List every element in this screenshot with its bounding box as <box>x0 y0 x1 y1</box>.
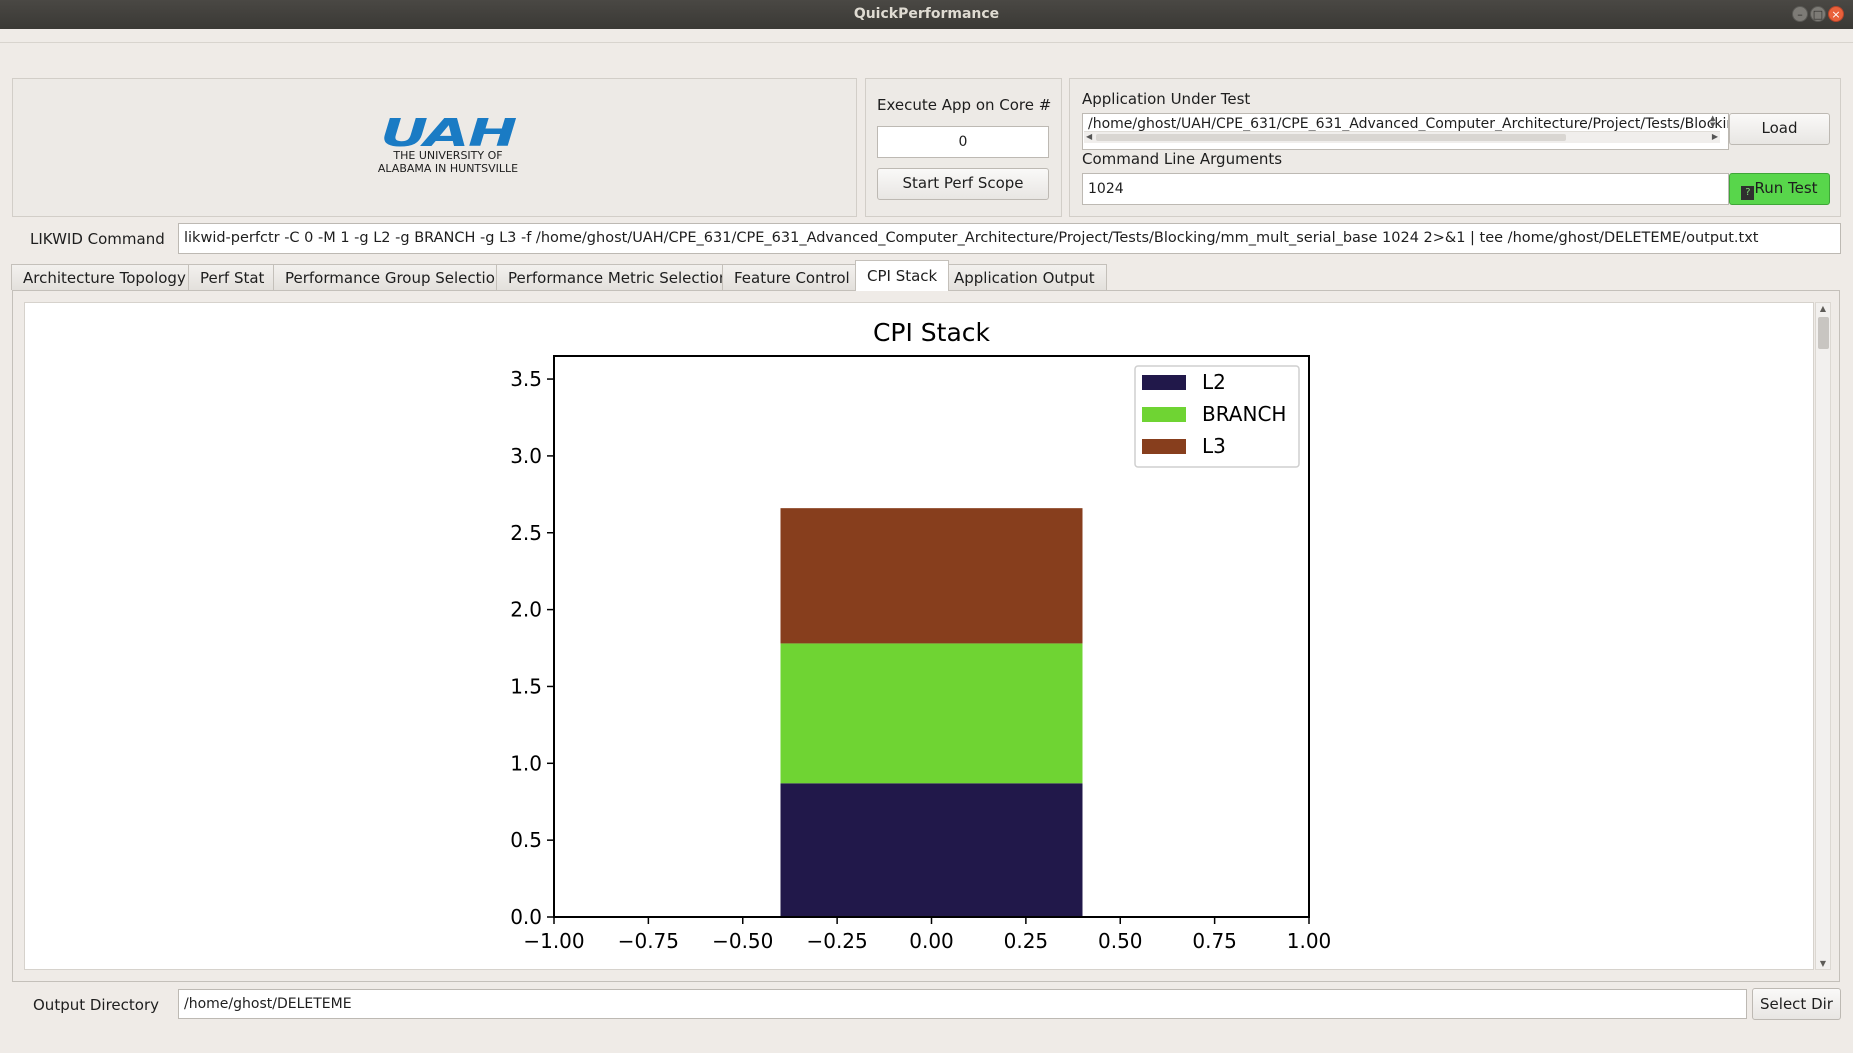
close-icon[interactable]: × <box>1828 6 1844 22</box>
y-tick-label: 3.0 <box>510 444 542 468</box>
menu-strip <box>0 29 1853 43</box>
y-tick-label: 3.5 <box>510 367 542 391</box>
legend-label-l3: L3 <box>1202 434 1226 458</box>
select-dir-button[interactable]: Select Dir <box>1752 988 1841 1020</box>
core-label: Execute App on Core # <box>877 96 1052 114</box>
application-panel: Application Under Test /home/ghost/UAH/C… <box>1069 78 1841 217</box>
start-perf-scope-button[interactable]: Start Perf Scope <box>877 168 1049 200</box>
cpi-stack-chart: CPI Stack −1.00 −0.75 −0.50 −0.25 0.00 0.25 0.5… <box>510 318 1332 953</box>
x-tick-label: 0.75 <box>1192 929 1237 953</box>
plot-vscroll-thumb[interactable] <box>1818 317 1829 349</box>
tab-perf-stat[interactable]: Perf Stat <box>188 264 277 290</box>
logo-mark: UAH <box>380 111 517 155</box>
y-tick-label: 2.5 <box>510 521 542 545</box>
cpi-stack-plot-area: CPI Stack −1.00 −0.75 −0.50 −0.25 0.00 0.25 0.5… <box>24 302 1814 970</box>
legend-swatch-l3 <box>1142 439 1186 454</box>
path-spin-down-icon[interactable]: ▼ <box>1710 122 1715 129</box>
university-logo: UAH THE UNIVERSITY OF ALABAMA IN HUNTSVI… <box>343 114 553 175</box>
x-tick-label: 0.00 <box>909 929 954 953</box>
logo-panel: UAH THE UNIVERSITY OF ALABAMA IN HUNTSVI… <box>12 78 857 217</box>
tab-performance-group-selection[interactable]: Performance Group Selection <box>273 264 517 290</box>
legend-label-l2: L2 <box>1202 370 1226 394</box>
y-tick-label: 1.5 <box>510 674 542 698</box>
title-bar: QuickPerformance – □ × <box>0 0 1853 29</box>
x-tick-label: 0.50 <box>1098 929 1143 953</box>
app-under-test-label: Application Under Test <box>1082 90 1251 108</box>
x-tick-label: 1.00 <box>1287 929 1332 953</box>
y-tick-label: 0.0 <box>510 905 542 929</box>
bar-segment-l2 <box>780 783 1083 917</box>
legend-swatch-branch <box>1142 407 1186 422</box>
path-hscroll-thumb[interactable] <box>1096 134 1566 141</box>
tab-performance-metric-selection[interactable]: Performance Metric Selection <box>496 264 741 290</box>
likwid-command-field[interactable]: likwid-perfctr -C 0 -M 1 -g L2 -g BRANCH… <box>178 223 1841 254</box>
legend-swatch-l2 <box>1142 375 1186 390</box>
run-test-button[interactable]: ? Run Test <box>1729 173 1830 205</box>
run-icon: ? <box>1741 186 1755 200</box>
command-line-arguments-field[interactable]: 1024 <box>1082 173 1729 205</box>
bar-segment-branch <box>780 643 1083 784</box>
logo-line-2: ALABAMA IN HUNTSVILLE <box>377 162 519 175</box>
output-directory-label: Output Directory <box>33 996 160 1014</box>
scroll-up-icon[interactable]: ▲ <box>1816 304 1830 313</box>
x-tick-label: −0.50 <box>712 929 773 953</box>
x-tick-label: −0.75 <box>618 929 679 953</box>
run-test-label: Run Test <box>1754 179 1818 197</box>
maximize-icon[interactable]: □ <box>1810 6 1826 22</box>
core-number-field[interactable]: 0 <box>877 126 1049 158</box>
tab-application-output[interactable]: Application Output <box>942 264 1107 290</box>
y-tick-label: 2.0 <box>510 598 542 622</box>
legend-label-branch: BRANCH <box>1202 402 1286 426</box>
tab-feature-control[interactable]: Feature Control <box>722 264 862 290</box>
window-title: QuickPerformance <box>853 6 1000 22</box>
tab-architecture-topology[interactable]: Architecture Topology <box>11 264 198 290</box>
command-line-arguments-label: Command Line Arguments <box>1082 150 1283 168</box>
load-button[interactable]: Load <box>1729 113 1830 145</box>
likwid-command-label: LIKWID Command <box>30 230 165 248</box>
scroll-down-icon[interactable]: ▼ <box>1816 959 1830 968</box>
chart-title: CPI Stack <box>873 318 991 347</box>
tab-cpi-stack[interactable]: CPI Stack <box>855 260 950 291</box>
plot-vscrollbar[interactable]: ▲ ▼ <box>1815 302 1831 970</box>
y-tick-label: 0.5 <box>510 828 542 852</box>
y-tick-label: 1.0 <box>510 751 542 775</box>
x-tick-label: −1.00 <box>523 929 584 953</box>
scroll-left-icon[interactable]: ◀ <box>1086 132 1092 141</box>
bar-segment-l3 <box>780 508 1083 644</box>
core-panel: Execute App on Core # 0 Start Perf Scope <box>865 78 1062 217</box>
scroll-right-icon[interactable]: ▶ <box>1712 132 1718 141</box>
path-hscrollbar[interactable]: ◀ ▶ <box>1084 131 1720 143</box>
app-path-text: /home/ghost/UAH/CPE_631/CPE_631_Advanced… <box>1088 116 1728 132</box>
output-directory-field[interactable]: /home/ghost/DELETEME <box>178 989 1747 1019</box>
minimize-icon[interactable]: – <box>1792 6 1808 22</box>
x-tick-label: −0.25 <box>806 929 867 953</box>
x-tick-label: 0.25 <box>1004 929 1049 953</box>
